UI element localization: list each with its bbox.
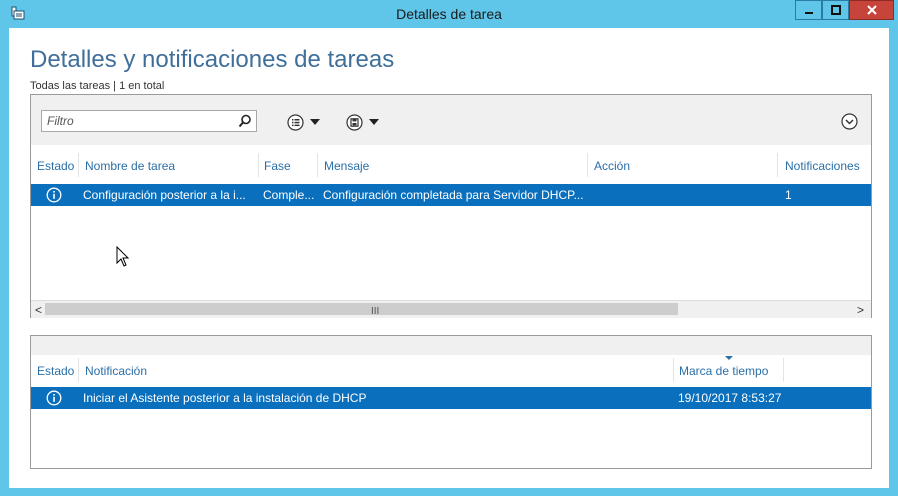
dialog-content: Detalles y notificaciones de tareas Toda… (9, 28, 889, 488)
task-details-window: Detalles de tarea Detalles y notificacio… (0, 0, 898, 496)
list-options-icon (287, 113, 304, 131)
save-icon (346, 113, 363, 131)
scroll-left-arrow[interactable]: < (35, 303, 42, 317)
tasks-toolbar (31, 95, 871, 145)
minimize-icon (804, 12, 813, 14)
scrollbar-thumb[interactable]: III (45, 303, 678, 317)
sort-descending-icon (725, 356, 733, 360)
column-separator[interactable] (258, 153, 259, 177)
close-button[interactable] (849, 0, 894, 20)
column-separator[interactable] (78, 153, 79, 177)
view-options-button[interactable] (287, 113, 320, 131)
column-accion[interactable]: Acción (594, 159, 630, 173)
window-title: Detalles de tarea (396, 6, 502, 22)
filter-input[interactable] (42, 111, 237, 131)
column-separator[interactable] (317, 153, 318, 177)
scrollbar-grip: III (371, 306, 380, 317)
maximize-button[interactable] (822, 0, 849, 20)
page-title: Detalles y notificaciones de tareas (30, 46, 395, 73)
column-marca-de-tiempo[interactable]: Marca de tiempo (679, 364, 768, 378)
minimize-button[interactable] (795, 0, 822, 20)
close-icon (866, 5, 877, 15)
column-fase[interactable]: Fase (264, 159, 291, 173)
column-notificaciones[interactable]: Notificaciones (785, 159, 860, 173)
column-estado[interactable]: Estado (37, 159, 74, 173)
task-phase: Comple... (263, 188, 315, 202)
column-separator[interactable] (673, 358, 674, 382)
tasks-panel: Estado Nombre de tarea Fase Mensaje Acci… (30, 94, 872, 318)
column-notificacion[interactable]: Notificación (85, 364, 147, 378)
maximize-icon (830, 5, 841, 15)
column-mensaje[interactable]: Mensaje (324, 159, 369, 173)
notification-timestamp: 19/10/2017 8:53:27 (678, 391, 782, 405)
task-summary: Todas las tareas | 1 en total (30, 80, 165, 92)
column-separator[interactable] (783, 358, 784, 382)
tasks-column-header: Estado Nombre de tarea Fase Mensaje Acci… (31, 153, 871, 177)
column-separator[interactable] (777, 153, 778, 177)
mouse-cursor-icon (116, 246, 130, 267)
column-separator[interactable] (587, 153, 588, 177)
scroll-right-arrow[interactable]: > (857, 303, 864, 317)
column-nombre-de-tarea[interactable]: Nombre de tarea (85, 159, 175, 173)
column-estado[interactable]: Estado (37, 364, 74, 378)
notifications-toolbar (31, 336, 871, 355)
task-notifications-count: 1 (785, 188, 792, 202)
notification-row[interactable]: Iniciar el Asistente posterior a la inst… (31, 387, 871, 409)
info-icon (46, 390, 62, 406)
notification-text: Iniciar el Asistente posterior a la inst… (83, 391, 367, 405)
task-name: Configuración posterior a la i... (83, 188, 246, 202)
dropdown-caret-icon (310, 119, 320, 125)
filter-box[interactable] (41, 110, 257, 132)
column-separator[interactable] (78, 358, 79, 382)
task-row[interactable]: Configuración posterior a la i... Comple… (31, 184, 871, 206)
dropdown-caret-icon (369, 119, 379, 125)
notifications-panel: Estado Notificación Marca de tiempo Inic… (30, 335, 872, 469)
task-message: Configuración completada para Servidor D… (323, 188, 584, 202)
save-options-button[interactable] (346, 113, 379, 131)
horizontal-scrollbar[interactable]: < III > (31, 300, 871, 318)
title-bar[interactable]: Detalles de tarea (0, 0, 898, 28)
info-icon (46, 187, 62, 203)
notifications-column-header: Estado Notificación Marca de tiempo (31, 358, 871, 382)
expand-chevron-icon[interactable] (841, 113, 858, 130)
search-icon[interactable] (238, 114, 252, 128)
